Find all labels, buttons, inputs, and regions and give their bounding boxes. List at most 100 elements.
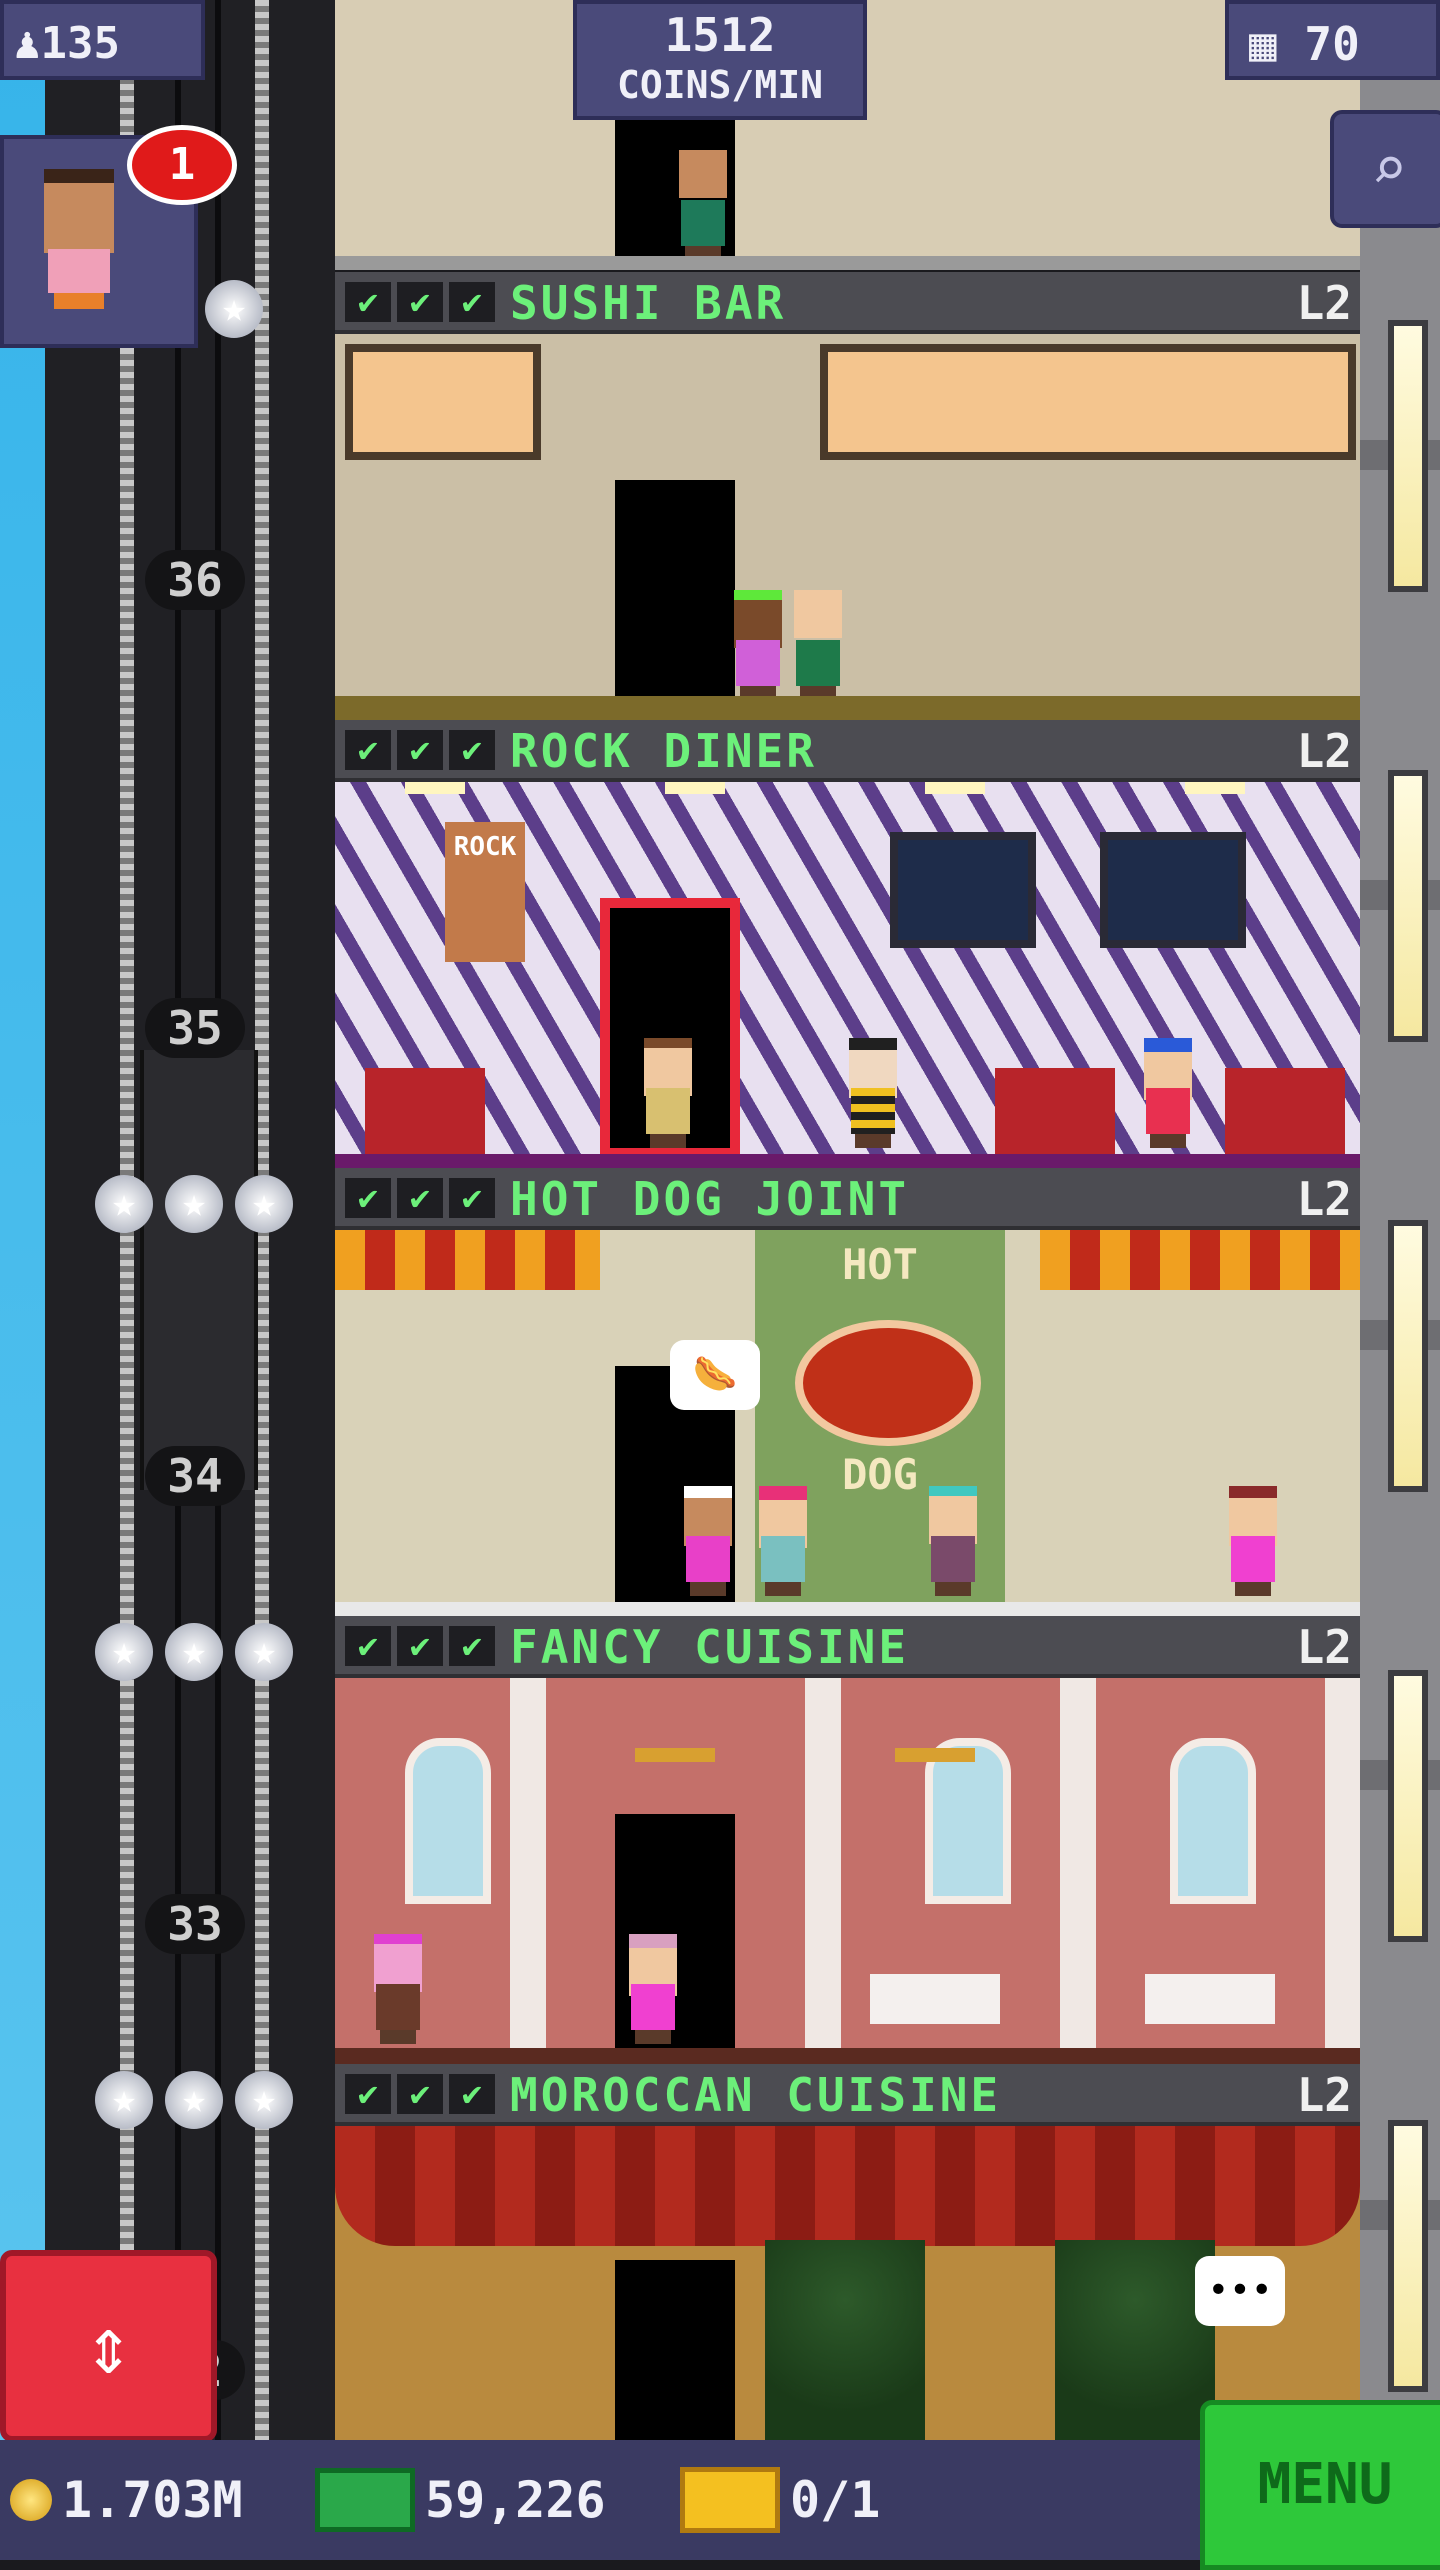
tenant[interactable] — [675, 150, 731, 260]
floor-name: ROCK DINER — [510, 724, 817, 778]
palm-plant — [1055, 2240, 1215, 2440]
floor-label: ✔ ✔ ✔ ROCK DINER L2 — [335, 720, 1360, 782]
stock-checkmarks: ✔ ✔ ✔ — [345, 1626, 495, 1666]
population-value: 135 — [40, 18, 120, 69]
bux-icon — [315, 2468, 415, 2532]
floor-number: 35 — [145, 998, 245, 1058]
hot-dog-icon — [795, 1320, 981, 1446]
floor-number: 33 — [145, 1894, 245, 1954]
exterior-window — [1388, 1670, 1428, 1942]
curtain — [335, 2126, 1360, 2246]
floor-rock-diner[interactable]: ✔ ✔ ✔ ROCK DINER L2 ROCK — [335, 720, 1360, 1168]
check-icon: ✔ — [345, 730, 391, 770]
star-icon: ★ — [95, 1175, 153, 1233]
coins-display[interactable]: 1.703M — [10, 2440, 243, 2560]
tenant[interactable] — [755, 1486, 811, 1596]
check-icon: ✔ — [345, 1178, 391, 1218]
exterior-window — [1388, 320, 1428, 592]
floor-level: L2 — [1296, 1172, 1352, 1226]
booth — [995, 1068, 1115, 1158]
tenant[interactable] — [370, 1934, 426, 2044]
booth — [365, 1068, 485, 1158]
hot-dog-speech-bubble: 🌭 — [670, 1340, 760, 1410]
door — [615, 2260, 735, 2440]
star-icon: ★ — [165, 1175, 223, 1233]
star-icon: ★ — [165, 1623, 223, 1681]
arched-window — [925, 1738, 1011, 1904]
tv-screen — [890, 832, 1036, 948]
floor-star-rating: ★ ★ ★ — [95, 2071, 293, 2129]
check-icon: ✔ — [345, 1626, 391, 1666]
floor-level: L2 — [1296, 276, 1352, 330]
tenant[interactable] — [925, 1486, 981, 1596]
search-button[interactable]: ⌕ — [1330, 110, 1440, 228]
tenant[interactable] — [680, 1486, 736, 1596]
check-icon: ✔ — [397, 2074, 443, 2114]
coin-icon — [10, 2479, 52, 2521]
floor-number: 34 — [145, 1446, 245, 1506]
check-icon: ✔ — [397, 730, 443, 770]
awning — [335, 1230, 600, 1290]
floor-label: ✔ ✔ ✔ HOT DOG JOINT L2 — [335, 1168, 1360, 1230]
check-icon: ✔ — [345, 282, 391, 322]
check-icon: ✔ — [449, 1178, 495, 1218]
check-icon: ✔ — [449, 2074, 495, 2114]
floor-number: 36 — [145, 550, 245, 610]
tenant[interactable] — [790, 590, 846, 700]
door — [615, 480, 735, 710]
exterior-window — [1388, 770, 1428, 1042]
floor-label: ✔ ✔ ✔ MOROCCAN CUISINE L2 — [335, 2064, 1360, 2126]
floor-fancy-cuisine[interactable]: ✔ ✔ ✔ FANCY CUISINE L2 — [335, 1616, 1360, 2064]
tenant[interactable] — [625, 1934, 681, 2044]
stock-checkmarks: ✔ ✔ ✔ — [345, 282, 495, 322]
exterior-window — [1388, 1220, 1428, 1492]
tenant[interactable] — [640, 1038, 696, 1148]
population-counter[interactable]: ♟135 — [0, 0, 205, 80]
building-icon: ▦ — [1249, 17, 1277, 71]
tickets-value: 0/1 — [790, 2471, 881, 2529]
speech-bubble: ••• — [1195, 2256, 1285, 2326]
stock-checkmarks: ✔ ✔ ✔ — [345, 2074, 495, 2114]
star-icon: ★ — [95, 2071, 153, 2129]
star-icon: ★ — [95, 1623, 153, 1681]
star-icon: ★ — [235, 2071, 293, 2129]
star-icon: ★ — [235, 1623, 293, 1681]
counter — [335, 696, 1360, 720]
floor-counter[interactable]: ▦ 70 — [1225, 0, 1440, 80]
floor-star-rating: ★ ★ ★ — [95, 1623, 293, 1681]
floor-moroccan-cuisine[interactable]: ✔ ✔ ✔ MOROCCAN CUISINE L2 ••• — [335, 2064, 1360, 2440]
up-down-arrow-icon: ⇕ — [84, 2299, 133, 2392]
ticket-icon — [680, 2467, 780, 2533]
coins-per-minute: 1512 COINS/MIN — [573, 0, 867, 120]
floor-hot-dog-joint[interactable]: ✔ ✔ ✔ HOT DOG JOINT L2 HOT DOG 🌭 — [335, 1168, 1360, 1616]
tenant[interactable] — [1140, 1038, 1196, 1148]
room — [335, 334, 1360, 720]
room — [335, 1678, 1360, 2064]
tenant[interactable] — [845, 1038, 901, 1148]
floor-name: HOT DOG JOINT — [510, 1172, 910, 1226]
floor-label: ✔ ✔ ✔ FANCY CUISINE L2 — [335, 1616, 1360, 1678]
menu-button[interactable]: MENU — [1200, 2400, 1440, 2570]
floor-sushi-bar[interactable]: ✔ ✔ ✔ SUSHI BAR L2 — [335, 272, 1360, 720]
window — [345, 344, 541, 460]
visitor-avatar — [34, 169, 124, 309]
tickets-display[interactable]: 0/1 — [680, 2440, 880, 2560]
arched-window — [405, 1738, 491, 1904]
chandelier — [895, 1678, 975, 1762]
elevator-button[interactable]: ⇕ — [0, 2250, 217, 2442]
rock-poster: ROCK — [445, 822, 525, 962]
coins-per-min-value: 1512 — [664, 8, 776, 62]
notification-badge: 1 — [127, 125, 237, 205]
floor-name: SUSHI BAR — [510, 276, 787, 330]
room: HOT DOG 🌭 — [335, 1230, 1360, 1616]
floor-count-value: 70 — [1304, 17, 1360, 71]
coins-per-min-label: COINS/MIN — [617, 63, 823, 107]
dining-table — [1145, 1974, 1275, 2024]
check-icon: ✔ — [449, 282, 495, 322]
tenant[interactable] — [730, 590, 786, 700]
arched-window — [1170, 1738, 1256, 1904]
tenant[interactable] — [1225, 1486, 1281, 1596]
chandelier — [635, 1678, 715, 1762]
bux-display[interactable]: 59,226 — [315, 2440, 606, 2560]
check-icon: ✔ — [397, 282, 443, 322]
